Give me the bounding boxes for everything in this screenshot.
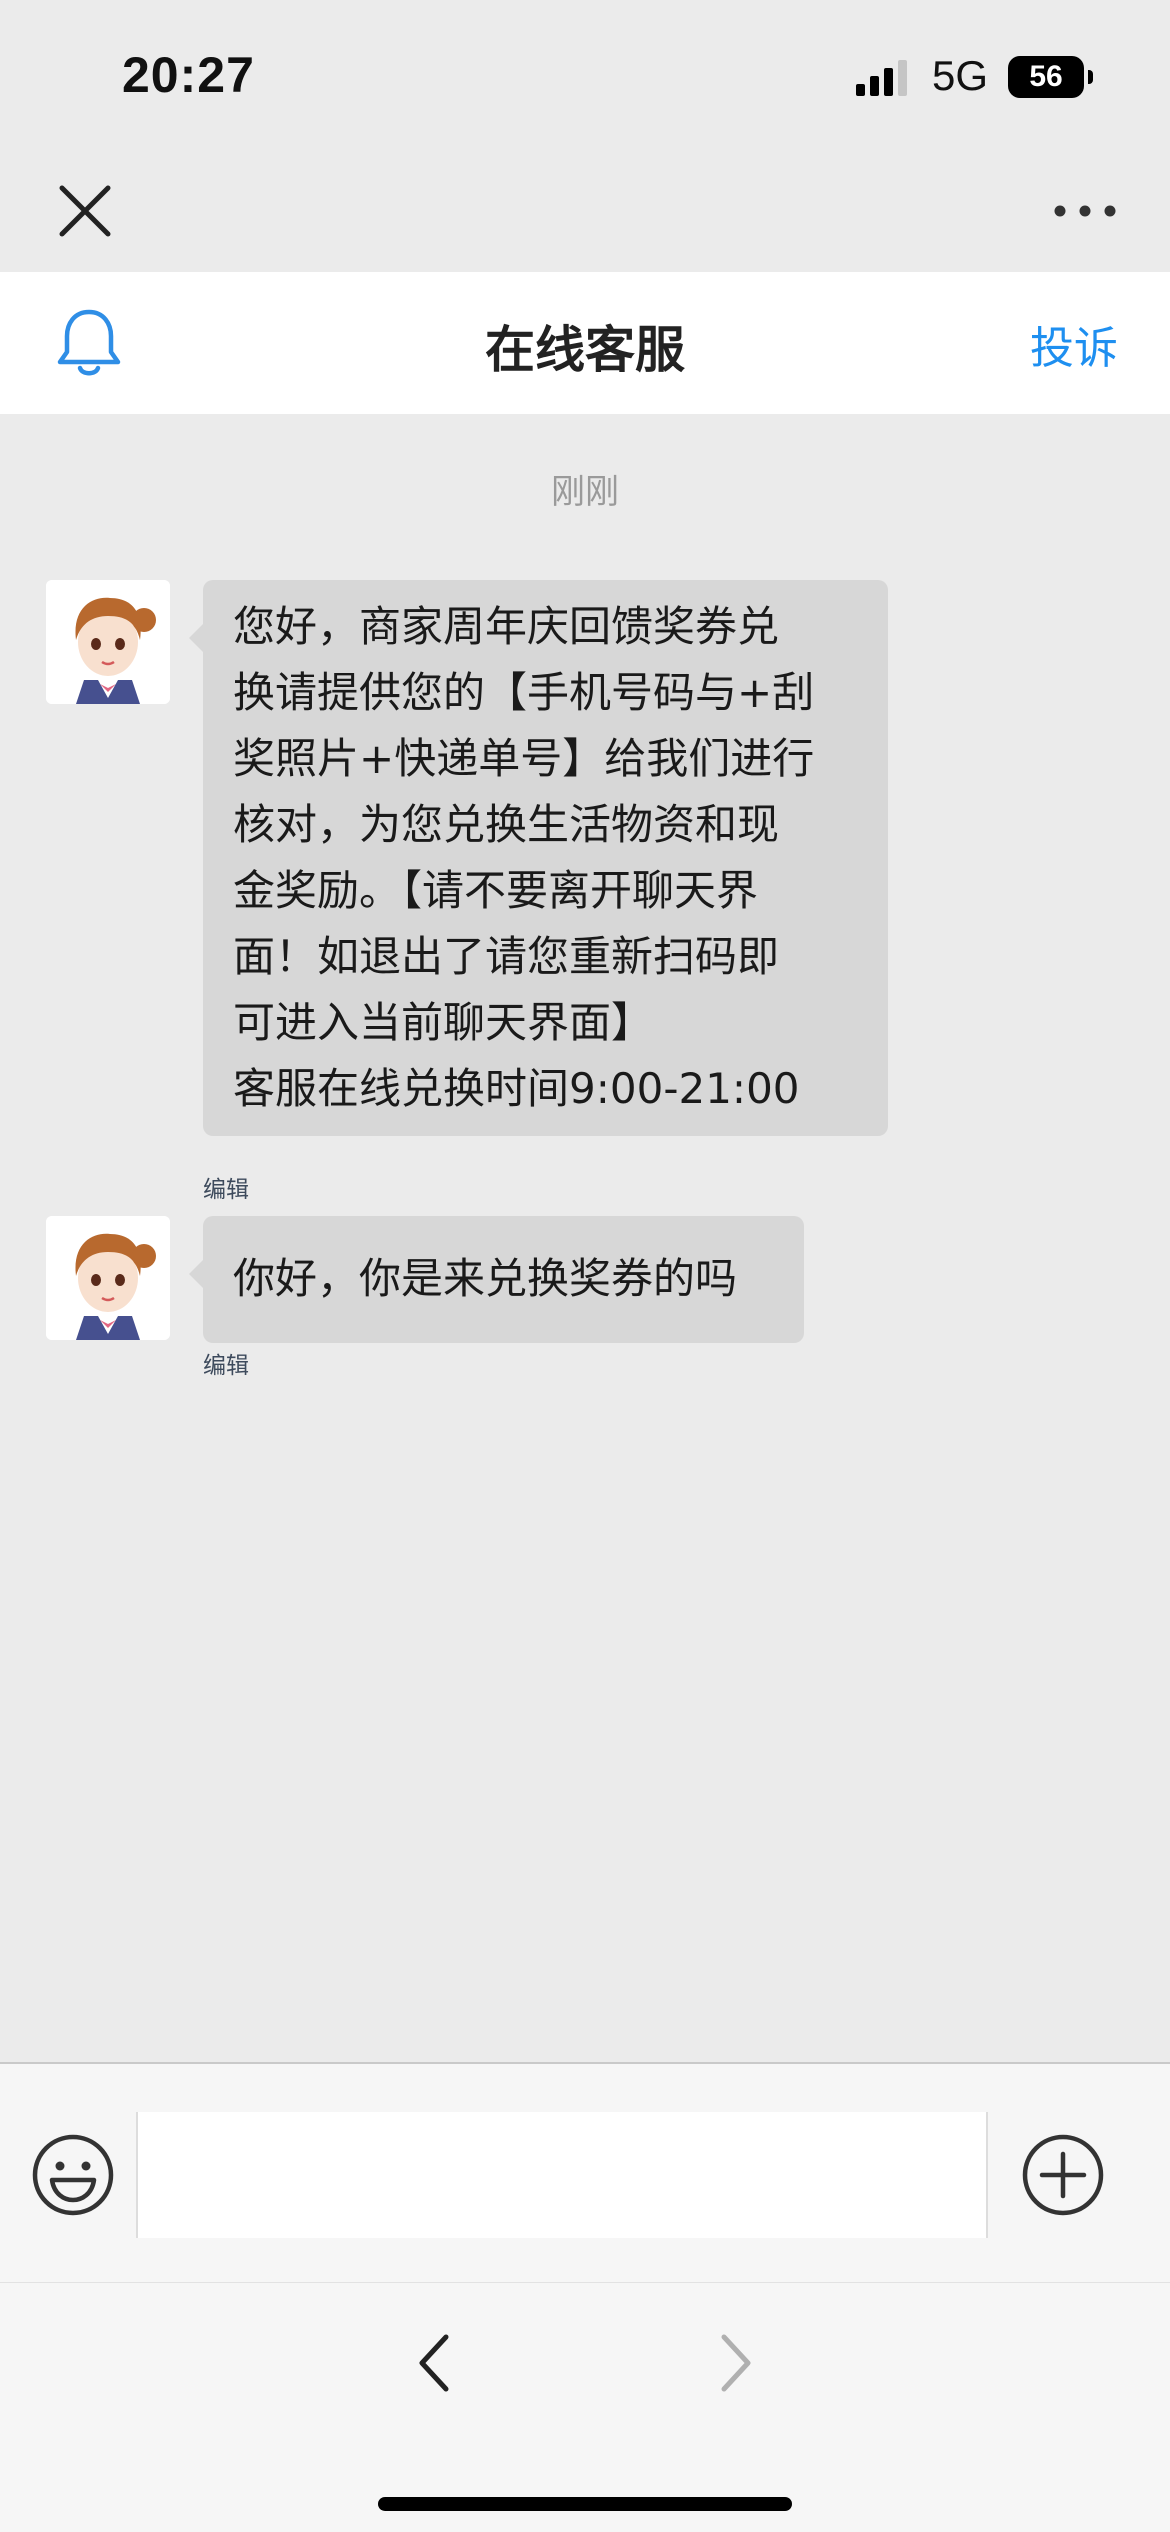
top-nav — [0, 150, 1170, 272]
message-bubble[interactable]: 你好，你是来兑换奖券的吗 — [189, 1216, 804, 1343]
complaint-link[interactable]: 投诉 — [1030, 312, 1118, 376]
close-icon[interactable] — [54, 180, 116, 242]
browser-nav — [0, 2282, 1170, 2532]
message-line: 面！如退出了请您重新扫码即 — [233, 932, 780, 981]
signal-icon — [856, 60, 907, 96]
message-line: 换请提供您的【手机号码与+刮 — [233, 668, 815, 717]
more-icon[interactable] — [1052, 198, 1118, 224]
battery-indicator: 56 — [1008, 56, 1084, 98]
message-bubble[interactable]: 您好，商家周年庆回馈奖券兑 换请提供您的【手机号码与+刮 奖照片+快递单号】给我… — [189, 580, 888, 1136]
status-bar: 20:27 5G 56 — [0, 0, 1170, 150]
agent-avatar[interactable] — [46, 580, 170, 704]
agent-avatar[interactable] — [46, 1216, 170, 1340]
battery-tip — [1088, 70, 1093, 84]
message-line: 您好，商家周年庆回馈奖券兑 — [233, 602, 780, 651]
emoji-icon[interactable] — [30, 2132, 116, 2218]
message-line: 你好，你是来兑换奖券的吗 — [233, 1254, 738, 1303]
message-line: 可进入当前聊天界面】 — [233, 998, 654, 1047]
status-time: 20:27 — [122, 47, 255, 103]
message-timestamp: 刚刚 — [551, 472, 619, 512]
edit-label[interactable]: 编辑 — [203, 1170, 249, 1204]
home-indicator[interactable] — [378, 2497, 792, 2511]
input-bar — [0, 2062, 1170, 2282]
forward-icon[interactable] — [712, 2323, 760, 2403]
message-line: 金奖励。【请不要离开聊天界 — [233, 866, 759, 915]
message-line: 核对，为您兑换生活物资和现 — [233, 800, 780, 849]
message-line: 客服在线兑换时间9:00-21:00 — [233, 1064, 800, 1113]
page-title: 在线客服 — [485, 321, 685, 379]
edit-label[interactable]: 编辑 — [203, 1346, 249, 1380]
network-type: 5G — [932, 52, 989, 99]
message-input[interactable] — [136, 2112, 988, 2238]
chat-header: 在线客服 投诉 — [0, 272, 1170, 414]
plus-icon[interactable] — [1020, 2132, 1106, 2218]
back-icon[interactable] — [410, 2323, 458, 2403]
chat-area: 刚刚 您好，商家周年庆回馈奖券兑 换请提供您的【手机号码与+刮 奖照片+快递单号… — [0, 414, 1170, 2062]
message-line: 奖照片+快递单号】给我们进行 — [233, 734, 815, 783]
